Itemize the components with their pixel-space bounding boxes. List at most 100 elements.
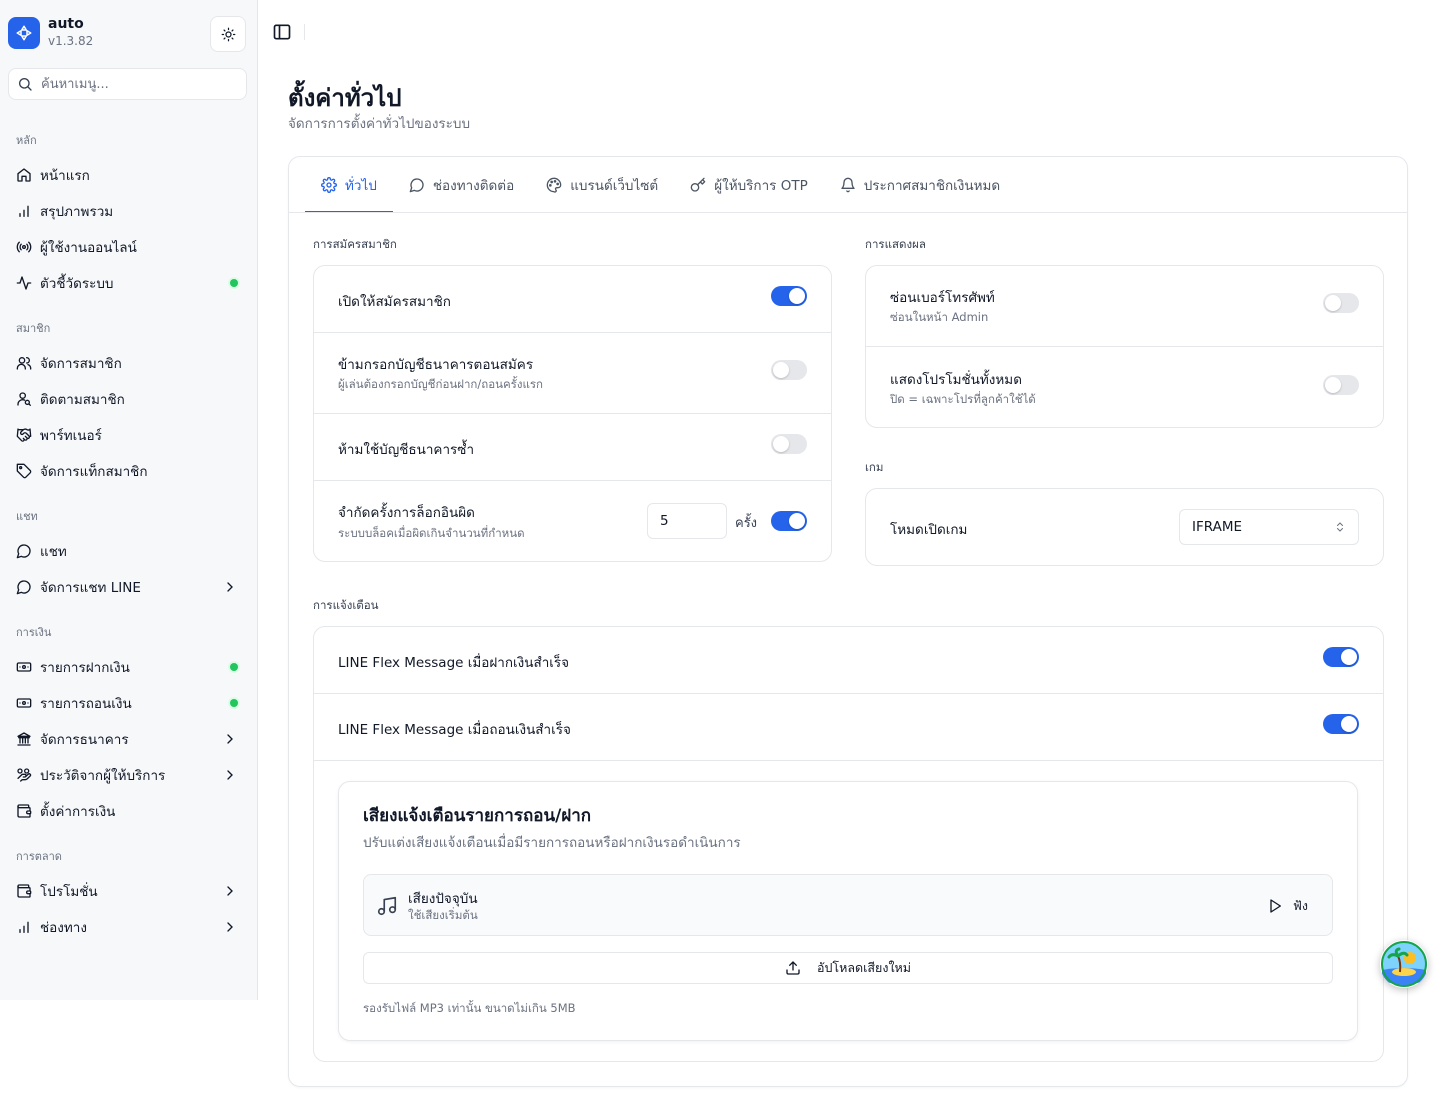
sidebar-item-provider-history[interactable]: ประวัติจากผู้ให้บริการ — [8, 759, 248, 791]
palette-icon — [546, 177, 562, 193]
status-dot — [230, 699, 238, 707]
sidebar-item-label: จัดการสมาชิก — [40, 356, 122, 372]
island-icon — [1381, 941, 1427, 987]
chevron-right-icon — [227, 886, 233, 896]
deposit-flex-switch[interactable] — [1323, 647, 1359, 667]
status-dot — [230, 663, 238, 671]
key-icon — [690, 177, 706, 192]
upload-sound-button[interactable]: อัปโหลดเสียงใหม่ — [363, 952, 1333, 984]
menu-search[interactable] — [8, 68, 247, 100]
sidebar-item-home[interactable]: หน้าแรก — [8, 159, 248, 191]
floating-support-button[interactable] — [1380, 940, 1428, 988]
section-notifications-label: การแจ้งเตือน — [313, 598, 379, 612]
tab-label: ประกาศสมาชิกเงินหมด — [863, 177, 1001, 194]
message-circle-icon — [16, 580, 31, 595]
withdraw-flex-switch[interactable] — [1323, 714, 1359, 734]
app-version: v1.3.82 — [48, 34, 94, 48]
setting-deposit-flex: LINE Flex Message เมื่อฝากเงินสำเร็จ — [314, 627, 1383, 694]
tab-low-balance-notice[interactable]: ประกาศสมาชิกเงินหมด — [824, 157, 1016, 212]
page-subtitle: จัดการการตั้งค่าทั่วไปของระบบ — [288, 116, 471, 132]
setting-title: แสดงโปรโมชั่นทั้งหมด — [890, 372, 1022, 388]
login-limit-unit: ครั้ง — [735, 516, 758, 531]
hide-phone-switch[interactable] — [1323, 293, 1359, 313]
search-input[interactable] — [41, 76, 231, 92]
tab-label: แบรนด์เว็บไซต์ — [570, 177, 659, 194]
brand: auto v1.3.82 — [8, 16, 248, 52]
sidebar-item-banks[interactable]: จัดการธนาคาร — [8, 723, 248, 755]
tab-website-brand[interactable]: แบรนด์เว็บไซต์ — [530, 157, 674, 212]
setting-title: ข้ามกรอกบัญชีธนาคารตอนสมัคร — [338, 357, 534, 373]
sidebar-item-promotions[interactable]: โปรโมชั่น — [8, 875, 248, 907]
tab-label: ช่องทางติดต่อ — [432, 177, 515, 194]
setting-login-limit: จำกัดครั้งการล็อกอินผิด ระบบบล็อคเมื่อผิ… — [314, 481, 831, 561]
tab-label: ทั่วไป — [345, 177, 377, 194]
sidebar-item-finance-settings[interactable]: ตั้งค่าการเงิน — [8, 795, 248, 827]
sound-title: เสียงแจ้งเตือนรายการถอน/ฝาก — [363, 806, 592, 826]
chevron-right-icon — [227, 582, 233, 592]
chevron-right-icon — [227, 770, 233, 780]
notification-sound-card: เสียงแจ้งเตือนรายการถอน/ฝาก ปรับแต่งเสีย… — [338, 781, 1358, 1041]
current-sound: เสียงปัจจุบัน ใช้เสียงเริ่มต้น ฟัง — [363, 874, 1333, 936]
login-limit-switch[interactable] — [771, 511, 807, 531]
sidebar-item-label: ติดตามสมาชิก — [40, 392, 125, 408]
setting-hide-phone: ซ่อนเบอร์โทรศัพท์ ซ่อนในหน้า Admin — [866, 266, 1383, 347]
sidebar-item-chat[interactable]: แชท — [8, 535, 248, 567]
section-game-label: เกม — [865, 460, 884, 474]
banknote-icon — [16, 698, 32, 708]
wallet-icon — [17, 804, 32, 818]
show-all-promos-switch[interactable] — [1323, 375, 1359, 395]
tab-contact-channels[interactable]: ช่องทางติดต่อ — [393, 157, 530, 212]
sidebar: auto v1.3.82 หลัก หน้าแรก สรุปภาพรวม ผู้… — [0, 0, 258, 1000]
sidebar-item-label: ประวัติจากผู้ให้บริการ — [40, 768, 166, 784]
panel-left-icon — [273, 24, 291, 40]
setting-title: ซ่อนเบอร์โทรศัพท์ — [890, 290, 995, 306]
chevron-right-icon — [227, 734, 233, 744]
radio-icon — [16, 241, 32, 253]
theme-toggle-button[interactable] — [210, 16, 246, 52]
tab-general[interactable]: ทั่วไป — [305, 157, 393, 213]
sidebar-item-label: โปรโมชั่น — [40, 884, 98, 900]
nav-section-chat: แชท — [16, 510, 38, 523]
no-duplicate-bank-switch[interactable] — [771, 434, 807, 454]
setting-no-duplicate-bank: ห้ามใช้บัญชีธนาคารซ้ำ — [314, 414, 831, 481]
sidebar-item-channels[interactable]: ช่องทาง — [8, 911, 248, 943]
setting-desc: ผู้เล่นต้องกรอกบัญชีก่อนฝาก/ถอนครั้งแรก — [338, 377, 544, 391]
play-icon — [1270, 899, 1282, 913]
sidebar-item-track-members[interactable]: ติดตามสมาชิก — [8, 383, 248, 415]
sidebar-item-partners[interactable]: พาร์ทเนอร์ — [8, 419, 248, 451]
play-sound-button[interactable]: ฟัง — [1267, 895, 1308, 917]
sidebar-item-member-tags[interactable]: จัดการแท็กสมาชิก — [8, 455, 248, 487]
sidebar-item-label: ตั้งค่าการเงิน — [40, 804, 116, 820]
sidebar-item-overview[interactable]: สรุปภาพรวม — [8, 195, 248, 227]
users-icon — [16, 357, 32, 370]
activity-icon — [16, 276, 32, 290]
upload-note: รองรับไฟล์ MP3 เท่านั้น ขนาดไม่เกิน 5MB — [363, 1001, 576, 1015]
game-mode-select[interactable]: IFRAME — [1179, 509, 1359, 545]
open-signup-switch[interactable] — [771, 286, 807, 306]
sidebar-toggle-button[interactable] — [272, 22, 292, 42]
sidebar-item-label: สรุปภาพรวม — [40, 204, 114, 220]
setting-title: เปิดให้สมัครสมาชิก — [338, 294, 451, 310]
skip-bank-switch[interactable] — [771, 360, 807, 380]
sidebar-item-online-users[interactable]: ผู้ใช้งานออนไลน์ — [8, 231, 248, 263]
sidebar-item-manage-members[interactable]: จัดการสมาชิก — [8, 347, 248, 379]
upload-label: อัปโหลดเสียงใหม่ — [816, 960, 912, 975]
sidebar-item-deposits[interactable]: รายการฝากเงิน — [8, 651, 248, 683]
bar-chart-icon — [19, 205, 29, 217]
sidebar-item-system-metrics[interactable]: ตัวชี้วัดระบบ — [8, 267, 248, 299]
sidebar-item-line-chat[interactable]: จัดการแชท LINE — [8, 571, 248, 603]
user-search-icon — [17, 392, 31, 406]
setting-title: LINE Flex Message เมื่อถอนเงินสำเร็จ — [338, 722, 571, 738]
message-circle-icon — [16, 544, 31, 559]
sound-desc: ปรับแต่งเสียงแจ้งเตือนเมื่อมีรายการถอนหร… — [363, 835, 741, 851]
setting-desc: ซ่อนในหน้า Admin — [890, 310, 989, 324]
message-circle-icon — [409, 177, 424, 192]
notification-settings: LINE Flex Message เมื่อฝากเงินสำเร็จ LIN… — [313, 626, 1384, 1062]
login-limit-input[interactable]: 5 — [647, 503, 727, 539]
setting-title: โหมดเปิดเกม — [890, 522, 968, 538]
sidebar-item-label: จัดการแชท LINE — [40, 580, 141, 596]
tab-otp-provider[interactable]: ผู้ให้บริการ OTP — [674, 157, 824, 212]
sidebar-item-withdrawals[interactable]: รายการถอนเงิน — [8, 687, 248, 719]
search-icon — [19, 78, 32, 91]
setting-title: ห้ามใช้บัญชีธนาคารซ้ำ — [338, 442, 475, 458]
